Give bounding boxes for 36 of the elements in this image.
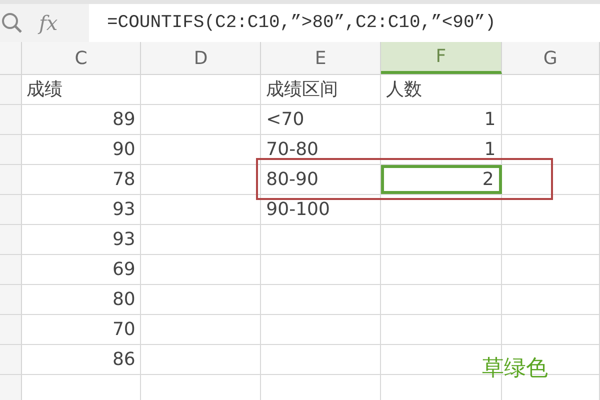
table-cell[interactable]: 93 [22,225,142,254]
row-header[interactable] [0,255,22,284]
table-cell[interactable]: 70-80 [261,135,381,164]
table-cell[interactable]: <70 [261,105,381,134]
column-header[interactable]: G [502,42,600,74]
table-cell[interactable]: 90-100 [261,195,381,224]
table-cell[interactable]: 78 [22,165,142,194]
row-header[interactable] [0,165,22,194]
table-cell[interactable]: 2 [380,165,502,194]
table-cell[interactable]: 89 [22,105,142,134]
row-header[interactable] [0,195,22,224]
table-cell[interactable]: 1 [380,135,502,164]
row-header[interactable] [0,75,22,104]
table-cell[interactable]: 成绩 [22,75,142,104]
formula-field[interactable]: =COUNTIFS(C2:C10,”>80”,C2:C10,”<90”) [89,4,600,42]
table-cell[interactable]: 86 [22,345,142,374]
column-header[interactable]: D [141,42,262,74]
table-cell[interactable]: 70 [22,315,142,344]
table-cell[interactable]: 成绩区间 [261,75,381,104]
table-cell[interactable]: 80-90 [261,165,381,194]
row-header[interactable] [0,285,22,314]
table-cell[interactable]: 人数 [380,75,502,104]
note-text: 草绿色 [482,355,548,383]
table-cell[interactable]: 90 [22,135,142,164]
row-header[interactable] [0,105,22,134]
column-header[interactable]: C [22,42,142,74]
row-header[interactable] [0,345,22,374]
row-header[interactable] [0,375,22,400]
row-header[interactable] [0,135,22,164]
table-cell[interactable]: 1 [380,105,502,134]
table-cell[interactable]: 93 [22,195,142,224]
table-cell[interactable]: 80 [22,285,142,314]
row-header[interactable] [0,315,22,344]
table-cell[interactable]: 69 [22,255,142,284]
zoom-icon[interactable] [1,12,23,34]
row-header[interactable] [0,225,22,254]
